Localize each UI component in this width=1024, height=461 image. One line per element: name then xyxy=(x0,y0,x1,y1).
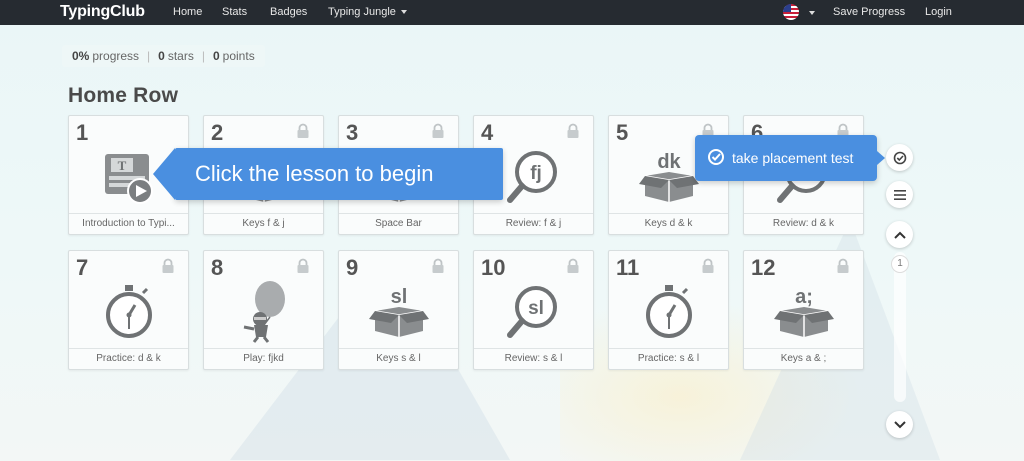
progress-percent: 0% xyxy=(72,49,90,63)
menu-button[interactable] xyxy=(886,181,913,208)
svg-text:a;: a; xyxy=(795,286,813,308)
nav-stats[interactable]: Stats xyxy=(222,6,247,18)
lock-icon xyxy=(567,258,579,273)
nav-home[interactable]: Home xyxy=(173,6,202,18)
lesson-label: Practice: d & k xyxy=(69,348,188,369)
lesson-label: Space Bar xyxy=(339,213,458,234)
us-flag-icon[interactable] xyxy=(783,4,799,20)
svg-text:T: T xyxy=(118,158,127,173)
scroll-track[interactable] xyxy=(894,252,906,402)
lesson-number: 4 xyxy=(481,120,494,145)
check-circle-icon xyxy=(893,151,906,164)
check-circle-icon xyxy=(708,149,724,165)
lesson-label: Keys f & j xyxy=(204,213,323,234)
lesson-number: 2 xyxy=(211,120,224,145)
stars-label: stars xyxy=(167,49,194,63)
lock-icon xyxy=(297,123,309,138)
scroll-down-button[interactable] xyxy=(886,411,913,438)
chevron-down-icon[interactable] xyxy=(809,11,815,15)
lesson-number: 5 xyxy=(616,120,629,145)
lesson-number: 12 xyxy=(751,255,776,280)
progress-summary: 0% progress | 0 stars | 0 points xyxy=(62,45,265,67)
divider: | xyxy=(201,49,205,63)
svg-text:sl: sl xyxy=(391,286,408,308)
balloon-ninja-icon xyxy=(243,281,285,343)
lesson-number: 1 xyxy=(76,120,89,145)
points-label: points xyxy=(222,49,255,63)
lock-icon xyxy=(837,258,849,273)
lesson-number: 3 xyxy=(346,120,359,145)
lesson-card-9[interactable]: 9 sl Keys s & l xyxy=(338,250,459,370)
lesson-card-10[interactable]: 10 sl Review: s & l xyxy=(473,250,594,370)
lesson-hint-callout: Click the lesson to begin xyxy=(153,148,503,200)
lesson-number: 10 xyxy=(481,255,506,280)
save-progress-link[interactable]: Save Progress xyxy=(833,6,905,18)
lock-icon xyxy=(702,258,714,273)
section-title: Home Row xyxy=(68,84,179,107)
hamburger-menu-icon xyxy=(893,189,906,200)
points-count: 0 xyxy=(212,49,220,63)
magnifier-icon: fj xyxy=(507,151,557,203)
chevron-up-icon xyxy=(893,231,906,239)
lesson-number: 11 xyxy=(616,255,640,280)
lesson-label: Practice: s & l xyxy=(609,348,728,369)
lesson-label: Keys s & l xyxy=(339,348,458,369)
lock-icon xyxy=(297,258,309,273)
stars-count: 0 xyxy=(158,49,165,63)
lesson-label: Review: s & l xyxy=(474,348,593,369)
chevron-down-icon xyxy=(400,10,407,15)
lesson-card-8[interactable]: 8 Play: fjkd xyxy=(203,250,324,370)
keys-box-icon: a; xyxy=(774,286,834,337)
lock-icon xyxy=(162,258,174,273)
placement-test-button[interactable]: take placement test xyxy=(695,135,885,181)
lock-icon xyxy=(432,123,444,138)
scroll-up-button[interactable] xyxy=(886,221,913,248)
stopwatch-icon xyxy=(106,285,152,338)
svg-text:sl: sl xyxy=(528,298,544,319)
lesson-label: Play: fjkd xyxy=(204,348,323,369)
nav-badges[interactable]: Badges xyxy=(270,6,307,18)
brand-logo[interactable]: TypingClub xyxy=(60,3,145,21)
lock-icon xyxy=(567,123,579,138)
lesson-label: Keys a & ; xyxy=(744,348,863,369)
lesson-number: 9 xyxy=(346,255,359,280)
page-indicator: 1 xyxy=(891,255,909,273)
callout-text: Click the lesson to begin xyxy=(195,161,434,186)
progress-label: progress xyxy=(92,49,140,63)
top-navbar: TypingClub Home Stats Badges Typing Jung… xyxy=(0,0,1024,25)
lock-icon xyxy=(432,258,444,273)
lesson-label: Review: f & j xyxy=(474,213,593,234)
typewriter-play-icon: T xyxy=(105,154,153,204)
keys-box-icon: sl xyxy=(369,286,429,337)
lesson-card-11[interactable]: 11 Practice: s & l xyxy=(608,250,729,370)
placement-test-label: take placement test xyxy=(732,150,854,166)
nav-typing-jungle-label: Typing Jungle xyxy=(328,6,396,18)
stopwatch-icon xyxy=(646,285,692,338)
svg-text:dk: dk xyxy=(657,151,681,173)
divider: | xyxy=(147,49,151,63)
chevron-down-icon xyxy=(893,420,906,428)
magnifier-icon: sl xyxy=(507,286,557,338)
lesson-label: Review: d & k xyxy=(744,213,863,234)
login-link[interactable]: Login xyxy=(925,6,952,18)
lesson-card-12[interactable]: 12 a; Keys a & ; xyxy=(743,250,864,370)
lesson-card-7[interactable]: 7 Practice: d & k xyxy=(68,250,189,370)
lesson-number: 8 xyxy=(211,255,224,280)
nav-typing-jungle[interactable]: Typing Jungle xyxy=(328,6,407,18)
lesson-number: 7 xyxy=(76,255,89,280)
placement-check-button[interactable] xyxy=(886,144,913,171)
lesson-label: Keys d & k xyxy=(609,213,728,234)
lesson-label: Introduction to Typi... xyxy=(69,213,188,234)
keys-box-icon: dk xyxy=(639,151,699,202)
svg-text:fj: fj xyxy=(530,163,542,184)
